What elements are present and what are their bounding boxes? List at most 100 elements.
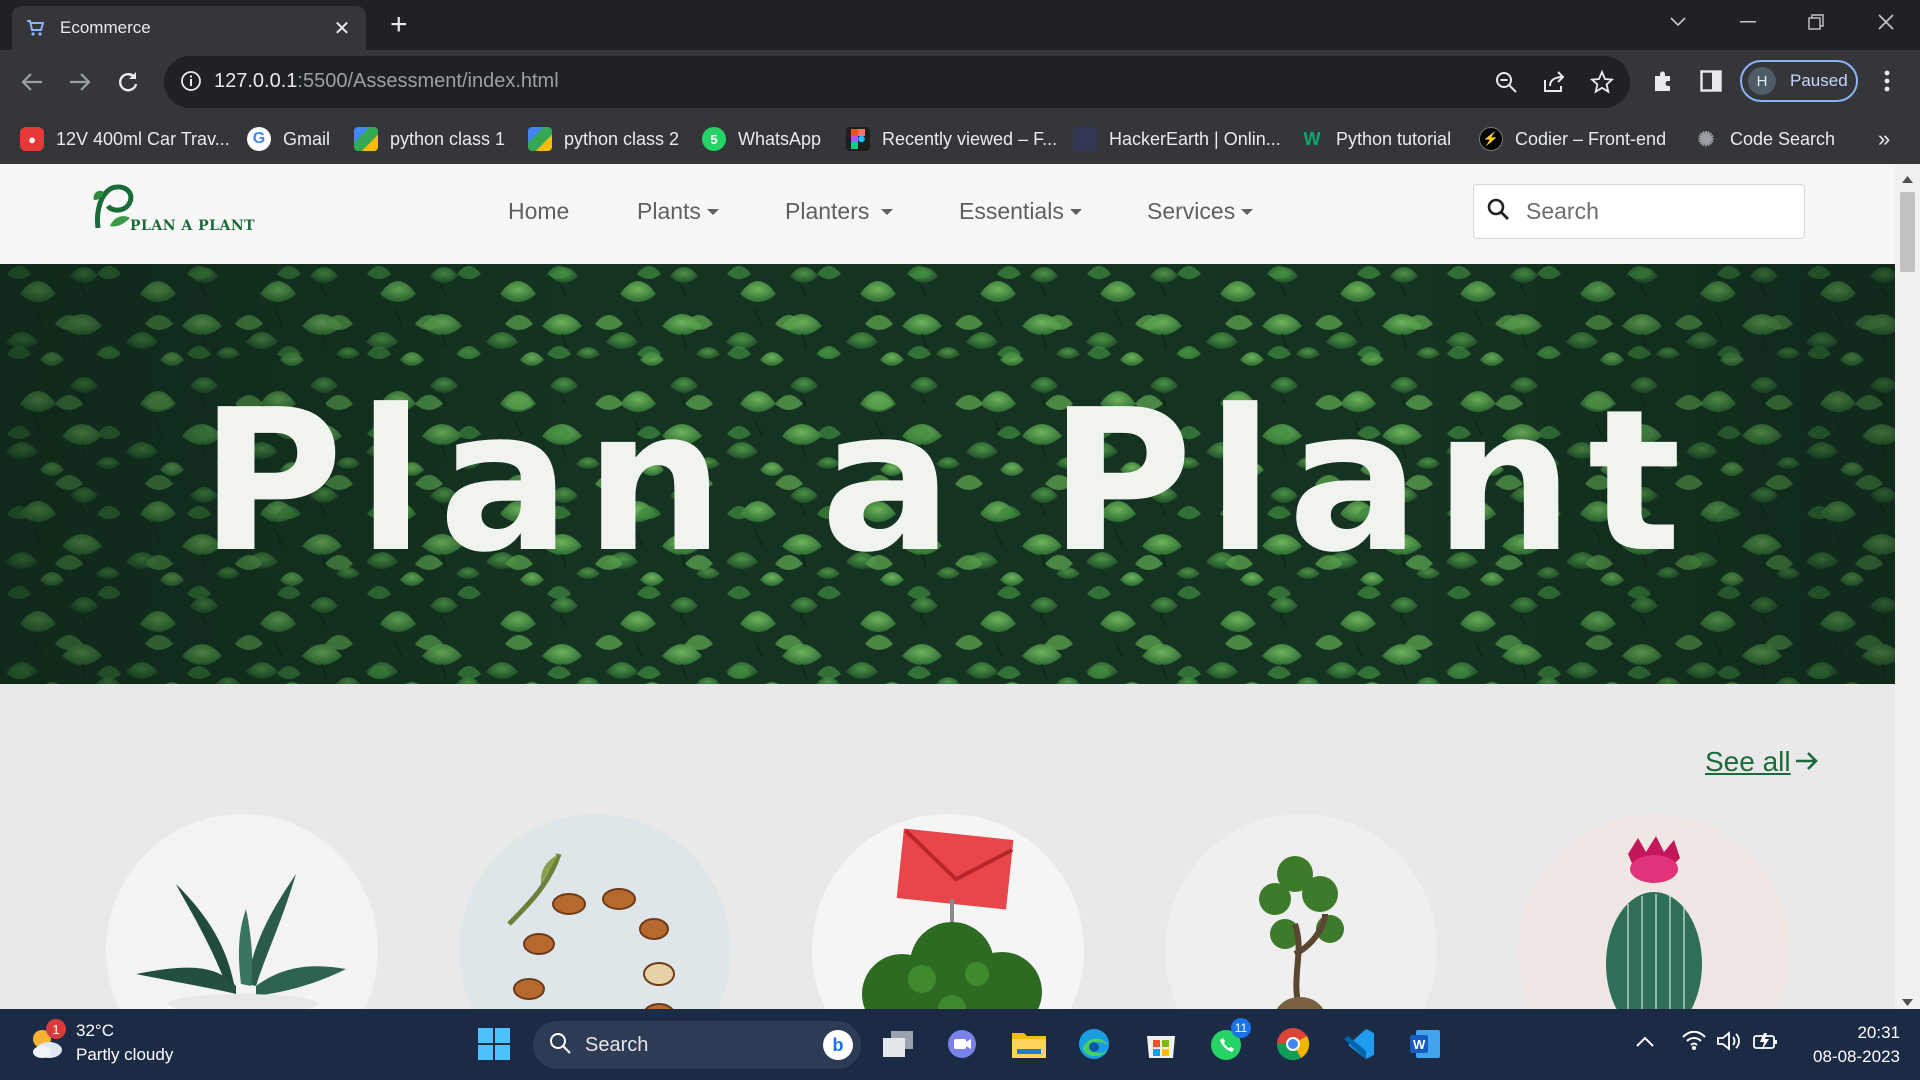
weather-temp: 32°C bbox=[76, 1021, 114, 1040]
page-scrollbar[interactable] bbox=[1895, 164, 1920, 1009]
microsoft-store-icon[interactable] bbox=[1141, 1024, 1181, 1064]
bookmark-python-tutorial[interactable]: W Python tutorial bbox=[1300, 125, 1452, 153]
nav-planters-label: Planters bbox=[785, 198, 870, 224]
extensions-puzzle-icon[interactable] bbox=[1648, 66, 1678, 96]
bookmark-whatsapp[interactable]: 5 WhatsApp bbox=[702, 125, 821, 153]
nav-essentials-label: Essentials bbox=[959, 198, 1064, 224]
tab-close-icon[interactable]: ✕ bbox=[332, 16, 352, 41]
new-tab-button[interactable]: + bbox=[390, 10, 408, 40]
meet-icon bbox=[528, 127, 552, 151]
site-logo[interactable]: PLAN A PLANT bbox=[90, 182, 280, 242]
back-button[interactable] bbox=[14, 64, 50, 100]
bookmark-label: Code Search bbox=[1730, 128, 1836, 149]
file-explorer-icon[interactable] bbox=[1009, 1024, 1049, 1064]
bookmark-label: python class 1 bbox=[390, 128, 506, 149]
category-gift-plant[interactable] bbox=[812, 814, 1084, 1009]
reload-button[interactable] bbox=[110, 64, 146, 100]
windows-start-icon[interactable] bbox=[474, 1024, 514, 1064]
search-icon bbox=[549, 1032, 571, 1059]
site-search-input[interactable]: Search bbox=[1473, 184, 1805, 239]
weather-badge: 1 bbox=[46, 1019, 66, 1039]
edge-icon[interactable] bbox=[1074, 1024, 1114, 1064]
url-host: 127.0.0.1 bbox=[214, 70, 298, 92]
tab-search-chevron-icon[interactable] bbox=[1644, 0, 1712, 44]
tab-ecommerce[interactable]: Ecommerce ✕ bbox=[12, 6, 366, 50]
scroll-up-arrow-icon[interactable] bbox=[1902, 170, 1913, 188]
whatsapp-badge: 11 bbox=[1231, 1018, 1251, 1038]
scrollbar-thumb[interactable] bbox=[1900, 192, 1915, 272]
nav-home-label: Home bbox=[508, 198, 570, 224]
nav-planters[interactable]: Planters bbox=[785, 198, 894, 225]
bonsai-image bbox=[1165, 814, 1437, 1009]
url-text[interactable]: 127.0.0.1:5500/Assessment/index.html bbox=[214, 70, 559, 93]
nav-plants[interactable]: Plants bbox=[637, 198, 719, 225]
bookmark-star-icon[interactable] bbox=[1589, 69, 1615, 94]
bookmark-python-class-2[interactable]: python class 2 bbox=[528, 125, 679, 153]
battery-icon[interactable] bbox=[1752, 1031, 1780, 1057]
bookmark-codier[interactable]: ⚡ Codier – Front-end bbox=[1479, 125, 1666, 153]
bookmark-label: Gmail bbox=[283, 128, 331, 149]
nav-essentials[interactable]: Essentials bbox=[959, 198, 1082, 225]
category-succulent[interactable] bbox=[106, 814, 378, 1009]
forward-button[interactable] bbox=[62, 64, 98, 100]
teams-chat-icon[interactable] bbox=[942, 1024, 982, 1064]
profile-button[interactable]: H Paused bbox=[1740, 60, 1858, 102]
hero-title: Plan a Plant bbox=[199, 368, 1696, 596]
scroll-down-arrow-icon[interactable] bbox=[1902, 994, 1913, 1009]
bookmark-label: Codier – Front-end bbox=[1515, 128, 1667, 149]
caret-down-icon bbox=[1069, 208, 1082, 215]
bookmark-label: WhatsApp bbox=[738, 128, 822, 149]
category-cactus[interactable] bbox=[1518, 814, 1790, 1009]
svg-text:W: W bbox=[1413, 1037, 1426, 1052]
vscode-icon[interactable] bbox=[1339, 1024, 1379, 1064]
share-icon[interactable] bbox=[1542, 70, 1566, 94]
minimize-button[interactable] bbox=[1714, 0, 1782, 44]
bookmark-figma[interactable]: Recently viewed – F... bbox=[846, 125, 1057, 153]
caret-down-icon bbox=[881, 208, 894, 215]
taskbar-search-placeholder: Search bbox=[585, 1033, 649, 1056]
bookmark-label: 12V 400ml Car Trav... bbox=[56, 128, 230, 149]
bookmark-label: Recently viewed – F... bbox=[882, 128, 1058, 149]
category-argan-seeds[interactable] bbox=[459, 814, 731, 1009]
bookmarks-overflow-button[interactable]: » bbox=[1878, 125, 1890, 153]
whatsapp-taskbar-icon[interactable]: 11 bbox=[1207, 1018, 1251, 1064]
profile-status: Paused bbox=[1790, 71, 1848, 90]
w3schools-icon: W bbox=[1303, 128, 1321, 149]
whatsapp-icon: 5 bbox=[702, 127, 726, 151]
nav-home[interactable]: Home bbox=[508, 198, 569, 225]
address-bar[interactable]: 127.0.0.1:5500/Assessment/index.html bbox=[164, 56, 1630, 108]
tab-title: Ecommerce bbox=[60, 18, 151, 37]
search-icon bbox=[1486, 197, 1510, 226]
tray-overflow-chevron-icon[interactable] bbox=[1636, 1031, 1654, 1054]
word-icon[interactable]: W bbox=[1405, 1024, 1445, 1064]
close-window-button[interactable] bbox=[1852, 0, 1920, 44]
site-info-icon[interactable] bbox=[180, 70, 202, 97]
cart-favicon-icon bbox=[26, 19, 44, 37]
bookmark-hackerearth[interactable]: HackerEarth | Onlin... bbox=[1073, 125, 1281, 153]
nav-services[interactable]: Services bbox=[1147, 198, 1254, 225]
bookmarks-bar: ● 12V 400ml Car Trav... G Gmail python c… bbox=[0, 114, 1920, 164]
succulent-image bbox=[106, 814, 378, 1009]
wifi-icon[interactable] bbox=[1682, 1030, 1706, 1057]
bookmark-gmail[interactable]: G Gmail bbox=[247, 125, 330, 153]
code-search-icon: ✺ bbox=[1697, 128, 1715, 151]
side-panel-icon[interactable] bbox=[1696, 66, 1726, 96]
volume-icon[interactable] bbox=[1716, 1031, 1742, 1057]
system-clock[interactable]: 20:31 08-08-2023 bbox=[1800, 1021, 1900, 1069]
taskbar-search[interactable]: Search b bbox=[533, 1021, 861, 1069]
see-all-link[interactable]: See all bbox=[1705, 746, 1819, 778]
chrome-menu-icon[interactable] bbox=[1872, 66, 1902, 96]
codier-icon: ⚡ bbox=[1479, 127, 1503, 151]
gift-plant-image bbox=[812, 814, 1084, 1009]
restore-button[interactable] bbox=[1782, 0, 1850, 44]
task-view-icon[interactable] bbox=[878, 1024, 918, 1064]
zoom-icon[interactable] bbox=[1494, 70, 1518, 94]
clock-date: 08-08-2023 bbox=[1813, 1047, 1900, 1066]
bookmark-python-class-1[interactable]: python class 1 bbox=[354, 125, 505, 153]
category-bonsai[interactable] bbox=[1165, 814, 1437, 1009]
bookmark-code-search[interactable]: ✺ Code Search bbox=[1694, 125, 1835, 153]
bookmark-car-shop[interactable]: ● 12V 400ml Car Trav... bbox=[20, 125, 230, 153]
clock-time: 20:31 bbox=[1857, 1023, 1900, 1042]
weather-widget[interactable]: 1 32°C Partly cloudy bbox=[28, 1019, 173, 1067]
chrome-taskbar-icon[interactable] bbox=[1273, 1024, 1313, 1064]
